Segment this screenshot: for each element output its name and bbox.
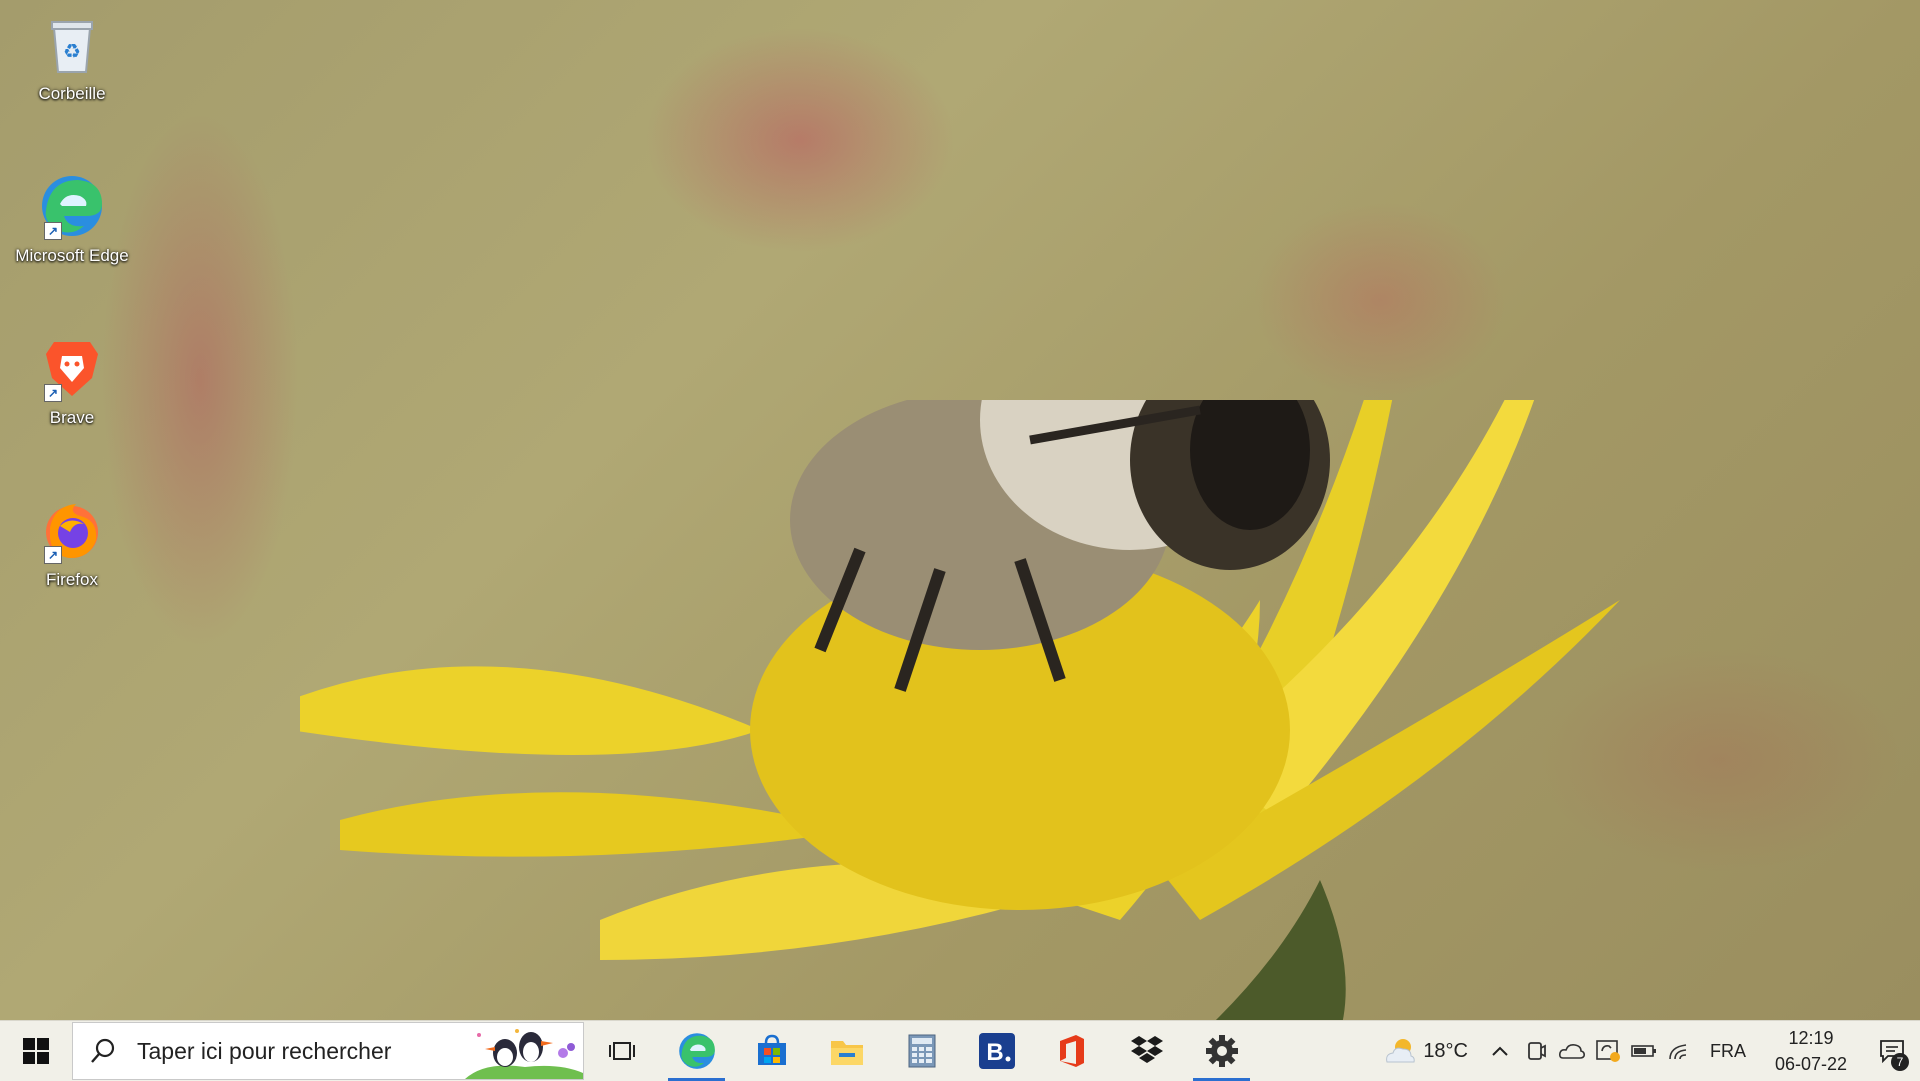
tray-meet-now-button[interactable] (1518, 1021, 1554, 1081)
shortcut-arrow-icon: ↗ (44, 222, 62, 240)
desktop-wallpaper: ♻ Corbeille ↗ Microsoft Edge ↗ Brave ↗ F… (0, 0, 1920, 1032)
taskbar-calculator-button[interactable] (884, 1021, 959, 1081)
input-language[interactable]: FRA (1698, 1041, 1758, 1062)
taskbar: Taper ici pour rechercher B 18°C FRA 12:… (0, 1020, 1920, 1081)
cloud-icon (1559, 1044, 1585, 1059)
desktop-icon-corbeille[interactable]: ♻ Corbeille (2, 6, 142, 126)
shortcut-arrow-icon: ↗ (44, 546, 62, 564)
taskbar-store-button[interactable] (734, 1021, 809, 1081)
camera-icon (1528, 1042, 1546, 1060)
clock-time: 12:19 (1788, 1028, 1834, 1048)
chevron-up-icon (1492, 1046, 1508, 1056)
notification-center-button[interactable]: 7 (1864, 1021, 1920, 1081)
tray-battery-button[interactable] (1626, 1021, 1662, 1081)
desktop-icon-label: Microsoft Edge (15, 246, 129, 265)
clock-date: 06-07-22 (1774, 1054, 1848, 1074)
shortcut-arrow-icon: ↗ (44, 384, 62, 402)
microsoft-store-icon (757, 1034, 786, 1065)
start-button[interactable] (0, 1021, 72, 1081)
calculator-icon (908, 1034, 935, 1068)
desktop-icon-brave[interactable]: ↗ Brave (2, 330, 142, 450)
sync-warning-icon (1596, 1040, 1620, 1062)
file-explorer-icon (830, 1041, 863, 1065)
taskbar-file-explorer-button[interactable] (809, 1021, 884, 1081)
search-icon (91, 1038, 115, 1063)
task-view-icon (608, 1042, 635, 1060)
battery-icon (1631, 1045, 1656, 1057)
recycle-bin-icon: ♻ (51, 21, 93, 73)
clock[interactable]: 12:19 06-07-22 (1758, 1025, 1864, 1077)
taskbar-dropbox-button[interactable] (1109, 1021, 1184, 1081)
settings-icon (1205, 1035, 1238, 1067)
desktop-icon-label: Corbeille (38, 84, 106, 103)
svg-text:B: B (986, 1039, 1003, 1066)
taskbar-b-app-button[interactable]: B (959, 1021, 1034, 1081)
notification-count-badge: 7 (1891, 1053, 1909, 1071)
search-highlight-puffins-icon (465, 1029, 583, 1079)
partly-cloudy-icon (1386, 1039, 1415, 1063)
tray-sync-button[interactable] (1590, 1021, 1626, 1081)
office-icon (1059, 1035, 1084, 1067)
search-box[interactable]: Taper ici pour rechercher (72, 1022, 584, 1080)
taskbar-office-button[interactable] (1034, 1021, 1109, 1081)
taskbar-edge-button[interactable] (659, 1021, 734, 1081)
desktop-icon-firefox[interactable]: ↗ Firefox (2, 492, 142, 612)
edge-icon (678, 1033, 715, 1069)
desktop-icon-label: Firefox (46, 570, 98, 589)
wallpaper-flower-bee (300, 400, 1620, 1032)
dropbox-icon (1130, 1036, 1163, 1063)
windows-logo-icon (23, 1038, 49, 1064)
task-view-button[interactable] (584, 1021, 659, 1081)
taskbar-settings-button[interactable] (1184, 1021, 1259, 1081)
show-hidden-icons-button[interactable] (1482, 1021, 1518, 1081)
desktop-icon-edge[interactable]: ↗ Microsoft Edge (2, 168, 142, 288)
system-tray: 18°C FRA 12:19 06-07-22 7 (1383, 1021, 1920, 1081)
tray-onedrive-button[interactable] (1554, 1021, 1590, 1081)
b-app-icon: B (978, 1033, 1015, 1069)
desktop-icon-label: Brave (49, 408, 95, 427)
weather-widget[interactable]: 18°C (1383, 1036, 1468, 1066)
wifi-icon (1669, 1044, 1687, 1060)
svg-text:♻: ♻ (63, 39, 81, 63)
search-placeholder: Taper ici pour rechercher (137, 1037, 392, 1064)
weather-temperature: 18°C (1423, 1039, 1468, 1062)
tray-wifi-button[interactable] (1662, 1021, 1698, 1081)
